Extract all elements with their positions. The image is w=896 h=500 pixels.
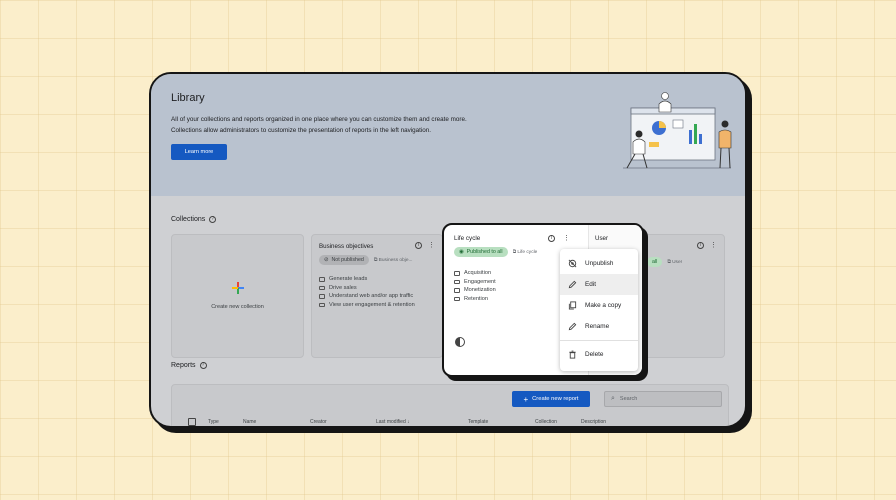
column-header-name[interactable]: Name — [243, 419, 256, 425]
list-item[interactable]: Monetization — [454, 286, 560, 295]
folder-icon — [319, 294, 325, 299]
library-illustration — [623, 92, 732, 169]
pencil-icon — [568, 280, 577, 289]
column-header-type[interactable]: Type — [208, 419, 219, 425]
page-title: Library — [171, 92, 205, 104]
list-item[interactable]: Acquisition — [454, 269, 560, 278]
collection-context-menu: Unpublish Edit Make a copy Rename Delete — [560, 249, 638, 371]
plus-icon: + — [523, 394, 529, 404]
template-tag: ⧉ User — [667, 260, 683, 265]
info-icon[interactable]: i — [415, 242, 422, 249]
visibility-icon: ◉ — [459, 249, 464, 255]
help-icon[interactable]: ? — [209, 216, 217, 223]
unpublish-icon — [568, 259, 577, 268]
status-badge: ◉ Published to all — [454, 247, 508, 257]
zoom-callout: Life cycle i ⋮ ◉ Published to all ⧉ Life… — [442, 223, 644, 377]
info-icon[interactable]: i — [548, 235, 555, 242]
list-item[interactable]: View user engagement & retention — [319, 301, 435, 310]
reports-table: + Create new report ⌕ Search Type Name C… — [171, 384, 729, 426]
help-icon[interactable]: ? — [199, 362, 207, 369]
pencil-icon — [568, 322, 577, 331]
arrow-down-icon: ↓ — [407, 419, 410, 425]
folder-icon — [319, 285, 325, 290]
list-item[interactable]: Drive sales — [319, 284, 435, 293]
collection-topics: Generate leads Drive sales Understand we… — [319, 275, 435, 309]
owner-avatar — [455, 337, 465, 347]
create-collection-label: Create new collection — [211, 304, 264, 310]
learn-more-button[interactable]: Learn more — [171, 144, 227, 160]
collection-topics: Acquisition Engagement Monetization Rete… — [454, 269, 560, 303]
search-input[interactable]: ⌕ Search — [604, 391, 722, 407]
folder-icon — [319, 277, 325, 282]
trash-icon — [569, 350, 576, 359]
column-header-last-modified[interactable]: Last modified ↓ — [376, 419, 410, 425]
column-header-creator[interactable]: Creator — [310, 419, 327, 425]
create-report-button[interactable]: + Create new report — [512, 391, 590, 407]
search-icon: ⌕ — [611, 395, 615, 402]
reports-heading: Reports ? — [171, 362, 207, 369]
collection-card-business-objectives[interactable]: Business objectives i ⋮ ⊘ Not published … — [311, 234, 443, 358]
folder-icon — [454, 271, 460, 276]
status-badge: ⊘ Not published — [319, 255, 369, 265]
collection-card-life-cycle[interactable]: Life cycle i ⋮ ◉ Published to all ⧉ Life… — [444, 225, 570, 375]
menu-item-delete[interactable]: Delete — [560, 344, 638, 365]
visibility-off-icon: ⊘ — [324, 257, 329, 263]
select-all-checkbox[interactable] — [188, 418, 196, 426]
collection-title: Life cycle — [454, 235, 481, 242]
library-hero: Library All of your collections and repo… — [151, 74, 745, 196]
list-item[interactable]: Engagement — [454, 278, 560, 287]
menu-divider — [560, 340, 638, 341]
list-item[interactable]: Understand web and/or app traffic — [319, 292, 435, 301]
folder-icon — [454, 279, 460, 284]
more-vert-icon[interactable]: ⋮ — [428, 242, 435, 249]
folder-icon — [454, 288, 460, 293]
template-tag: ⧉ Business obje... — [373, 258, 413, 263]
collections-heading: Collections ? — [171, 216, 217, 223]
list-item[interactable]: Generate leads — [319, 275, 435, 284]
folder-icon — [319, 302, 325, 307]
menu-item-edit[interactable]: Edit — [560, 274, 638, 295]
plus-icon — [231, 282, 244, 294]
folder-icon — [454, 296, 460, 301]
column-header-collection[interactable]: Collection — [535, 419, 557, 425]
menu-item-make-a-copy[interactable]: Make a copy — [560, 295, 638, 316]
column-header-template[interactable]: Template — [468, 419, 488, 425]
copy-icon — [568, 301, 577, 310]
create-collection-card[interactable]: Create new collection — [171, 234, 304, 358]
menu-item-rename[interactable]: Rename — [560, 316, 638, 337]
menu-item-unpublish[interactable]: Unpublish — [560, 253, 638, 274]
page-description: All of your collections and reports orga… — [171, 116, 467, 134]
column-header-description[interactable]: Description — [581, 419, 606, 425]
template-tag: ⧉ Life cycle — [512, 250, 538, 255]
collection-title: User — [595, 235, 609, 242]
more-vert-icon[interactable]: ⋮ — [563, 235, 570, 242]
more-vert-icon[interactable]: ⋮ — [710, 242, 717, 249]
info-icon[interactable]: i — [697, 242, 704, 249]
status-badge: all — [647, 257, 663, 267]
list-item[interactable]: Retention — [454, 295, 560, 304]
